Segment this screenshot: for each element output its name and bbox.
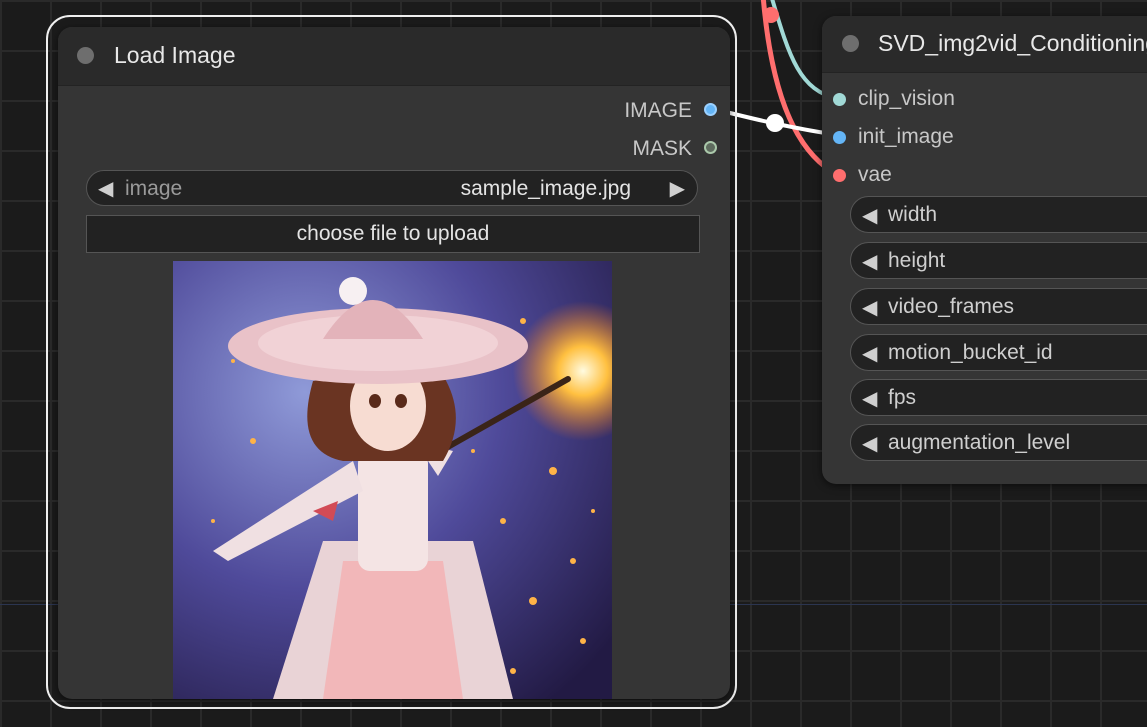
widget-label: video_frames [888,295,1015,318]
decrement-arrow-icon[interactable]: ◀ [862,431,877,456]
decrement-arrow-icon[interactable]: ◀ [862,295,877,320]
input-label-vae: vae [858,163,892,186]
collapse-dot-icon[interactable] [77,47,94,64]
widget-label: width [888,203,938,226]
decrement-arrow-icon[interactable]: ◀ [862,386,877,411]
combo-right-arrow-icon[interactable]: ▶ [670,176,685,201]
input-label-clip-vision: clip_vision [858,87,955,110]
upload-button[interactable]: choose file to upload [86,215,700,253]
widget-label: fps [888,386,917,409]
widget-label: motion_bucket_id [888,341,1053,364]
input-slot-init-image[interactable] [833,131,846,144]
widget-label: augmentation_level [888,431,1071,454]
node-title: SVD_img2vid_Conditioning [878,30,1147,56]
widget-width[interactable]: ◀ width [850,196,1147,233]
widget-label: height [888,249,946,272]
decrement-arrow-icon[interactable]: ◀ [862,341,877,366]
load-image-title-bar[interactable]: Load Image [58,27,730,86]
output-label-mask: MASK [632,137,692,160]
input-slot-vae[interactable] [833,169,846,182]
svd-conditioning-node[interactable]: SVD_img2vid_Conditioning clip_vision ini… [822,16,1147,484]
node-title: Load Image [114,42,236,68]
decrement-arrow-icon[interactable]: ◀ [862,249,877,274]
vae-link-reroute-dot [763,7,779,23]
input-slot-clip-vision[interactable] [833,93,846,106]
svd-title-bar[interactable]: SVD_img2vid_Conditioning [822,16,1147,73]
image-preview [173,261,612,699]
image-link-reroute-dot [766,114,784,132]
combo-value: sample_image.jpg [460,177,631,200]
output-slot-mask[interactable] [704,141,717,154]
input-label-init-image: init_image [858,125,954,148]
load-image-node[interactable]: Load Image IMAGE MASK ◀ image sample_ima… [58,27,730,699]
image-combo-widget[interactable]: ◀ image sample_image.jpg ▶ [86,170,698,206]
decrement-arrow-icon[interactable]: ◀ [862,203,877,228]
output-slot-image[interactable] [704,103,717,116]
combo-name: image [125,177,183,200]
combo-left-arrow-icon[interactable]: ◀ [98,176,113,201]
output-label-image: IMAGE [624,99,692,122]
widget-augmentation-level[interactable]: ◀ augmentation_level [850,424,1147,461]
widget-height[interactable]: ◀ height [850,242,1147,279]
widget-fps[interactable]: ◀ fps [850,379,1147,416]
widget-motion-bucket-id[interactable]: ◀ motion_bucket_id [850,334,1147,371]
collapse-dot-icon[interactable] [842,35,859,52]
widget-video-frames[interactable]: ◀ video_frames [850,288,1147,325]
